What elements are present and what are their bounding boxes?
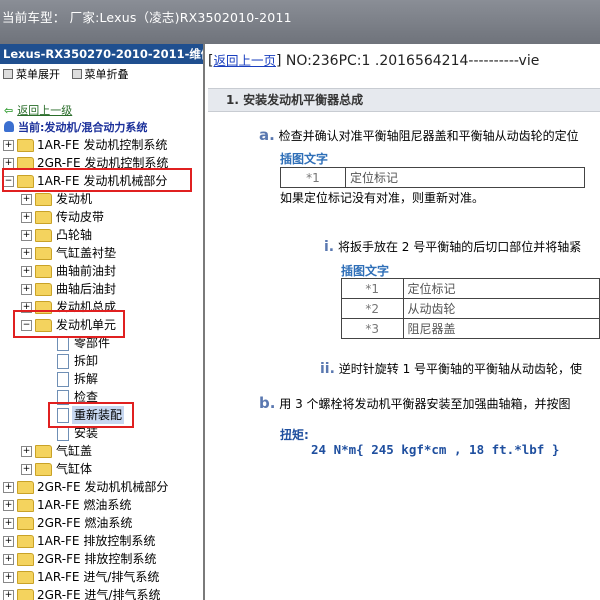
expand-icon[interactable]: + [3, 590, 14, 600]
back-arrow-icon: ⇦ [4, 104, 14, 117]
highlight-box [13, 310, 125, 338]
expand-icon[interactable]: + [21, 284, 32, 295]
step-b: b. 用 3 个螺栓将发动机平衡器安装至加强曲轴箱，并按图 [259, 394, 571, 412]
folder-icon [17, 499, 34, 512]
folder-icon [17, 553, 34, 566]
document-id: NO:236PC:1 .2016564214----------vie [285, 53, 540, 69]
document-icon [57, 426, 69, 441]
folder-icon [17, 139, 34, 152]
expand-icon[interactable]: + [3, 140, 14, 151]
expand-icon[interactable]: + [21, 194, 32, 205]
table-row: *3 阻尼器盖 [341, 318, 600, 339]
collapse-all-button[interactable]: 菜单折叠 [71, 68, 129, 81]
highlight-box [48, 402, 134, 428]
expand-icon[interactable]: + [3, 518, 14, 529]
expand-icon[interactable]: + [3, 500, 14, 511]
document-icon [57, 336, 69, 351]
navigation-panel: Lexus-RX350270-2010-2011-维修手 菜单展开 菜单折叠 ⇦… [0, 44, 205, 600]
expand-icon[interactable]: + [3, 554, 14, 565]
torque-value: 24 N*m{ 245 kgf*cm , 18 ft.*lbf } [311, 442, 560, 457]
table-row: *2 从动齿轮 [341, 298, 600, 319]
back-link[interactable]: ⇦ 返回上一级 [4, 102, 72, 118]
expand-icon[interactable]: + [21, 248, 32, 259]
folder-icon [35, 193, 52, 206]
title-bar: 当前车型： 厂家:Lexus（凌志)RX3502010-2011 [0, 0, 600, 44]
table-row: *1 定位标记 [341, 278, 600, 299]
folder-icon [35, 229, 52, 242]
tree-actions: 菜单展开 菜单折叠 [0, 64, 203, 86]
content-panel: [返回上一页] NO:236PC:1 .2016564214----------… [205, 44, 600, 600]
expand-icon[interactable]: + [3, 482, 14, 493]
expand-icon[interactable]: + [3, 572, 14, 583]
folder-icon [35, 463, 52, 476]
folder-icon [35, 211, 52, 224]
expand-icon[interactable]: + [21, 446, 32, 457]
legend-table: *1 定位标记 *2 从动齿轮 *3 阻尼器盖 [341, 278, 600, 339]
current-category: 当前:发动机/混合动力系统 [4, 119, 147, 135]
step-a: a. 检查并确认对准平衡轴阻尼器盖和平衡轴从动齿轮的定位 [259, 126, 579, 144]
illustration-caption: 插图文字 [280, 152, 329, 166]
folder-icon [35, 445, 52, 458]
collapse-icon [71, 69, 82, 79]
folder-icon [17, 535, 34, 548]
expand-icon[interactable]: + [21, 230, 32, 241]
expand-icon[interactable]: + [21, 212, 32, 223]
table-row: *1 定位标记 [280, 167, 585, 188]
document-icon [57, 372, 69, 387]
folder-icon [17, 517, 34, 530]
folder-icon [35, 265, 52, 278]
manual-header: Lexus-RX350270-2010-2011-维修手 [0, 44, 203, 64]
substep-ii: ii. 逆时针旋转 1 号平衡轴的平衡轴从动齿轮，使 [320, 361, 583, 377]
vehicle-title: 当前车型： 厂家:Lexus（凌志)RX3502010-2011 [2, 10, 292, 25]
section-heading: 1. 安装发动机平衡器总成 [208, 88, 600, 112]
expand-icon[interactable]: + [3, 536, 14, 547]
highlight-box [2, 168, 192, 192]
expand-all-button[interactable]: 菜单展开 [3, 68, 60, 81]
folder-icon [35, 247, 52, 260]
folder-icon [17, 481, 34, 494]
folder-icon [35, 283, 52, 296]
folder-icon [17, 589, 34, 600]
expand-icon[interactable]: + [21, 464, 32, 475]
content-nav: [返回上一页] NO:236PC:1 .2016564214----------… [208, 53, 540, 69]
substep-i: i. 将扳手放在 2 号平衡轴的后切口部位并将轴紧 [324, 239, 582, 255]
note-text: 如果定位标记没有对准，则重新对准。 [280, 191, 485, 205]
expand-icon[interactable]: + [21, 266, 32, 277]
illustration-caption: 插图文字 [341, 264, 390, 278]
folder-icon [17, 571, 34, 584]
back-page-link[interactable]: 返回上一页 [213, 53, 276, 68]
legend-table: *1 定位标记 [280, 167, 585, 188]
document-icon [57, 354, 69, 369]
torque-label: 扭矩: [280, 428, 309, 442]
expand-icon [3, 69, 13, 79]
location-icon [4, 121, 14, 132]
